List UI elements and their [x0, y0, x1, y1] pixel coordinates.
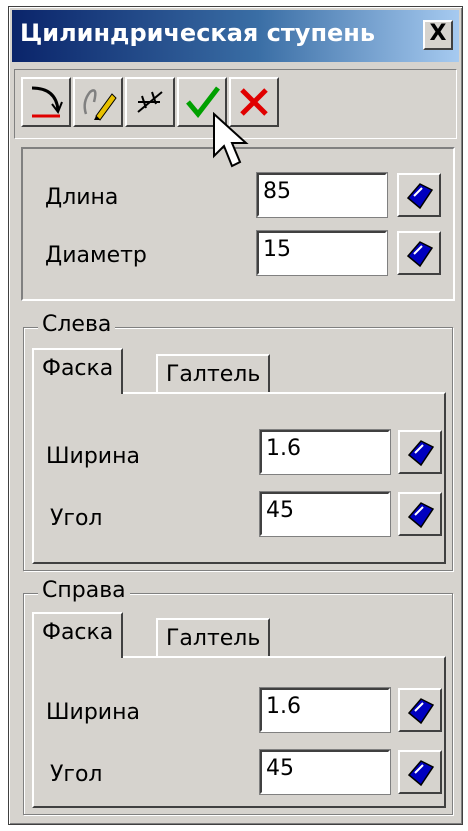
right-group: Справа Фаска Галтель Ширина 1.6 Угол 45	[23, 578, 453, 815]
diameter-field[interactable]: 15	[256, 230, 388, 276]
left-width-picker-button[interactable]	[398, 430, 442, 474]
left-width-label: Ширина	[46, 444, 140, 469]
pick-value-icon	[407, 760, 435, 787]
curve-tool-icon	[31, 86, 63, 118]
pick-value-icon	[406, 241, 434, 268]
pick-value-icon	[407, 502, 435, 529]
right-tab-fillet[interactable]: Галтель	[156, 618, 271, 658]
edit-pencil-icon	[83, 89, 117, 121]
close-icon: X	[429, 21, 447, 46]
length-label: Длина	[45, 185, 119, 210]
pick-value-icon	[407, 440, 435, 467]
left-angle-field[interactable]: 45	[259, 491, 391, 537]
right-angle-field[interactable]: 45	[259, 749, 391, 795]
length-field[interactable]: 85	[256, 172, 388, 218]
diameter-picker-button[interactable]	[397, 231, 441, 275]
diameter-label: Диаметр	[45, 243, 147, 268]
right-tab-chamfer[interactable]: Фаска	[32, 612, 124, 658]
window-title: Цилиндрическая ступень	[20, 19, 376, 47]
right-width-label: Ширина	[46, 700, 140, 725]
left-group-title: Слева	[38, 312, 116, 337]
left-group: Слева Фаска Галтель Ширина 1.6 Угол 45	[23, 312, 453, 571]
title-bar[interactable]: Цилиндрическая ступень X	[12, 10, 459, 62]
right-group-title: Справа	[38, 578, 130, 603]
close-button[interactable]: X	[423, 20, 453, 50]
right-tab-panel: Ширина 1.6 Угол 45	[32, 656, 446, 808]
left-tab-fillet[interactable]: Галтель	[156, 354, 271, 394]
pick-value-icon	[406, 183, 434, 210]
right-angle-picker-button[interactable]	[398, 750, 442, 794]
edit-button[interactable]	[73, 77, 123, 127]
left-angle-label: Угол	[50, 506, 103, 531]
left-tab-panel: Ширина 1.6 Угол 45	[32, 392, 446, 564]
right-width-field[interactable]: 1.6	[259, 687, 391, 733]
right-width-picker-button[interactable]	[398, 688, 442, 732]
point-tool-button[interactable]	[125, 77, 175, 127]
left-angle-picker-button[interactable]	[398, 492, 442, 536]
mouse-pointer-icon	[213, 112, 249, 168]
pick-value-icon	[407, 698, 435, 725]
length-picker-button[interactable]	[397, 173, 441, 217]
left-width-field[interactable]: 1.6	[259, 429, 391, 475]
left-tab-chamfer[interactable]: Фаска	[32, 348, 124, 394]
right-angle-label: Угол	[50, 762, 103, 787]
point-tool-icon	[137, 91, 163, 113]
curve-tool-button[interactable]	[21, 77, 71, 127]
